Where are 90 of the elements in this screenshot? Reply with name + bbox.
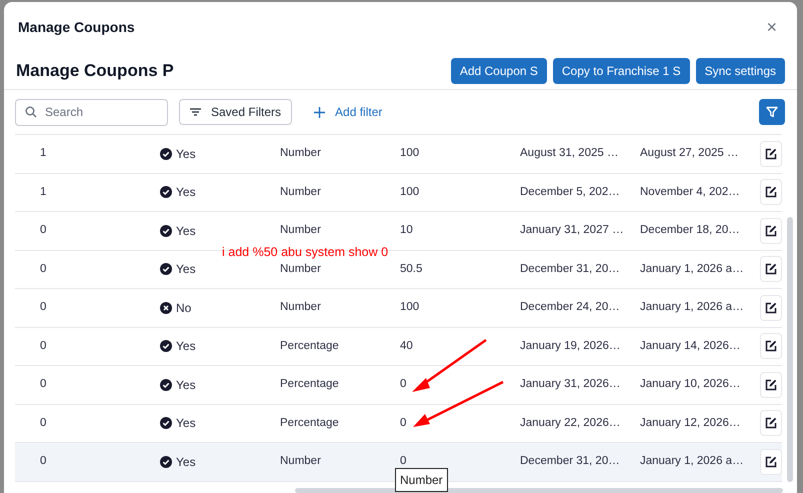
table-cell: August 31, 2025 … — [520, 147, 618, 160]
table-cell: January 1, 2026 a… — [640, 262, 744, 275]
status-text: No — [176, 300, 192, 317]
close-button[interactable]: × — [766, 18, 777, 36]
table-cell: January 19, 2026… — [520, 340, 620, 352]
edit-icon — [765, 148, 777, 160]
table-cell: 0 — [40, 262, 46, 275]
edit-icon — [765, 456, 777, 468]
tooltip: Number — [395, 468, 448, 492]
table-cell: 1 — [40, 147, 46, 160]
table-cell: January 31, 2027 … — [520, 224, 624, 236]
table-cell: August 27, 2025 … — [640, 147, 738, 160]
edit-icon — [765, 340, 777, 352]
vertical-scrollbar[interactable] — [787, 217, 793, 482]
page-title: Manage Coupons P — [16, 60, 174, 82]
table-cell: January 14, 2026… — [640, 340, 740, 352]
table-cell: Percentage — [280, 416, 339, 429]
table-cell: 10 — [400, 224, 413, 236]
table-cell: 0 — [40, 301, 46, 314]
edit-button[interactable] — [760, 333, 782, 360]
plus-icon — [314, 106, 326, 118]
table-cell: 0 — [400, 378, 406, 390]
table-cell: 0 — [40, 378, 46, 390]
status-text: Yes — [176, 146, 196, 163]
status-text: Yes — [176, 454, 196, 471]
search-field[interactable]: Search — [15, 98, 168, 126]
table-cell: Number — [280, 262, 321, 275]
table-cell: December 31, 20… — [520, 455, 620, 468]
table-cell: January 1, 2026 a… — [640, 455, 744, 468]
filter-button[interactable] — [759, 99, 785, 125]
horizontal-scrollbar[interactable] — [295, 488, 783, 493]
saved-filters-button[interactable]: Saved Filters — [179, 99, 292, 125]
table-cell: Number — [280, 186, 321, 198]
table-cell: January 31, 2026… — [520, 378, 620, 390]
edit-icon — [765, 224, 777, 237]
table-cell: December 24, 20… — [520, 301, 620, 314]
table-cell: 100 — [400, 147, 420, 160]
status-text: Yes — [176, 184, 196, 202]
edit-icon — [765, 186, 777, 198]
status-text: Yes — [176, 222, 196, 240]
edit-button[interactable] — [760, 256, 782, 282]
table-cell: Number — [280, 455, 321, 468]
edit-button[interactable] — [760, 218, 782, 244]
table-cell: Number — [280, 301, 321, 314]
status-text: Yes — [176, 261, 196, 278]
dialog-title: Manage Coupons — [18, 18, 135, 37]
add-filter-button[interactable]: Add filter — [314, 103, 382, 121]
table-cell: January 1, 2026 a… — [640, 301, 744, 314]
status-text: Yes — [176, 415, 196, 432]
action-button[interactable]: Copy to Franchise 1 S — [552, 58, 690, 84]
table-cell: 100 — [400, 301, 420, 314]
filter-lines-icon — [190, 108, 201, 116]
edit-button[interactable] — [760, 179, 782, 206]
table-cell: January 12, 2026… — [640, 416, 740, 429]
action-button[interactable]: Add Coupon S — [450, 58, 547, 84]
table-cell: December 5, 202… — [520, 186, 620, 198]
table-cell: 1 — [40, 186, 46, 198]
table-cell: 100 — [400, 186, 420, 198]
table-cell: January 22, 2026… — [520, 416, 620, 429]
table-cell: January 10, 2026… — [640, 378, 740, 390]
edit-button[interactable] — [760, 410, 782, 436]
table-cell: 0 — [40, 455, 46, 468]
edit-button[interactable] — [760, 372, 782, 398]
edit-icon — [765, 302, 777, 314]
table-cell: 40 — [400, 340, 413, 352]
table-cell: 0 — [400, 455, 406, 468]
table-cell: December 31, 20… — [520, 262, 620, 275]
action-button[interactable]: Sync settings — [696, 58, 785, 84]
table-cell: 0 — [40, 340, 46, 352]
table-cell: Number — [280, 224, 321, 236]
table-cell: 50.5 — [400, 262, 422, 275]
edit-button[interactable] — [760, 448, 782, 475]
status-text: Yes — [176, 338, 196, 356]
table-cell: Percentage — [280, 340, 339, 352]
table-cell: Number — [280, 147, 321, 160]
funnel-icon — [766, 106, 778, 118]
edit-icon — [765, 378, 777, 391]
edit-button[interactable] — [760, 140, 782, 167]
edit-icon — [765, 263, 777, 276]
edit-button[interactable] — [760, 294, 782, 321]
table-cell: Percentage — [280, 378, 339, 390]
search-icon — [25, 106, 37, 118]
status-text: Yes — [176, 376, 196, 394]
table-cell: November 4, 202… — [640, 186, 740, 198]
table-cell: December 18, 20… — [640, 224, 740, 236]
edit-icon — [765, 417, 777, 430]
table-cell: 0 — [400, 416, 406, 429]
table-cell: 0 — [40, 224, 46, 236]
annotation-text: i add %50 abu system show 0 — [222, 244, 388, 261]
table-cell: 0 — [40, 416, 46, 429]
